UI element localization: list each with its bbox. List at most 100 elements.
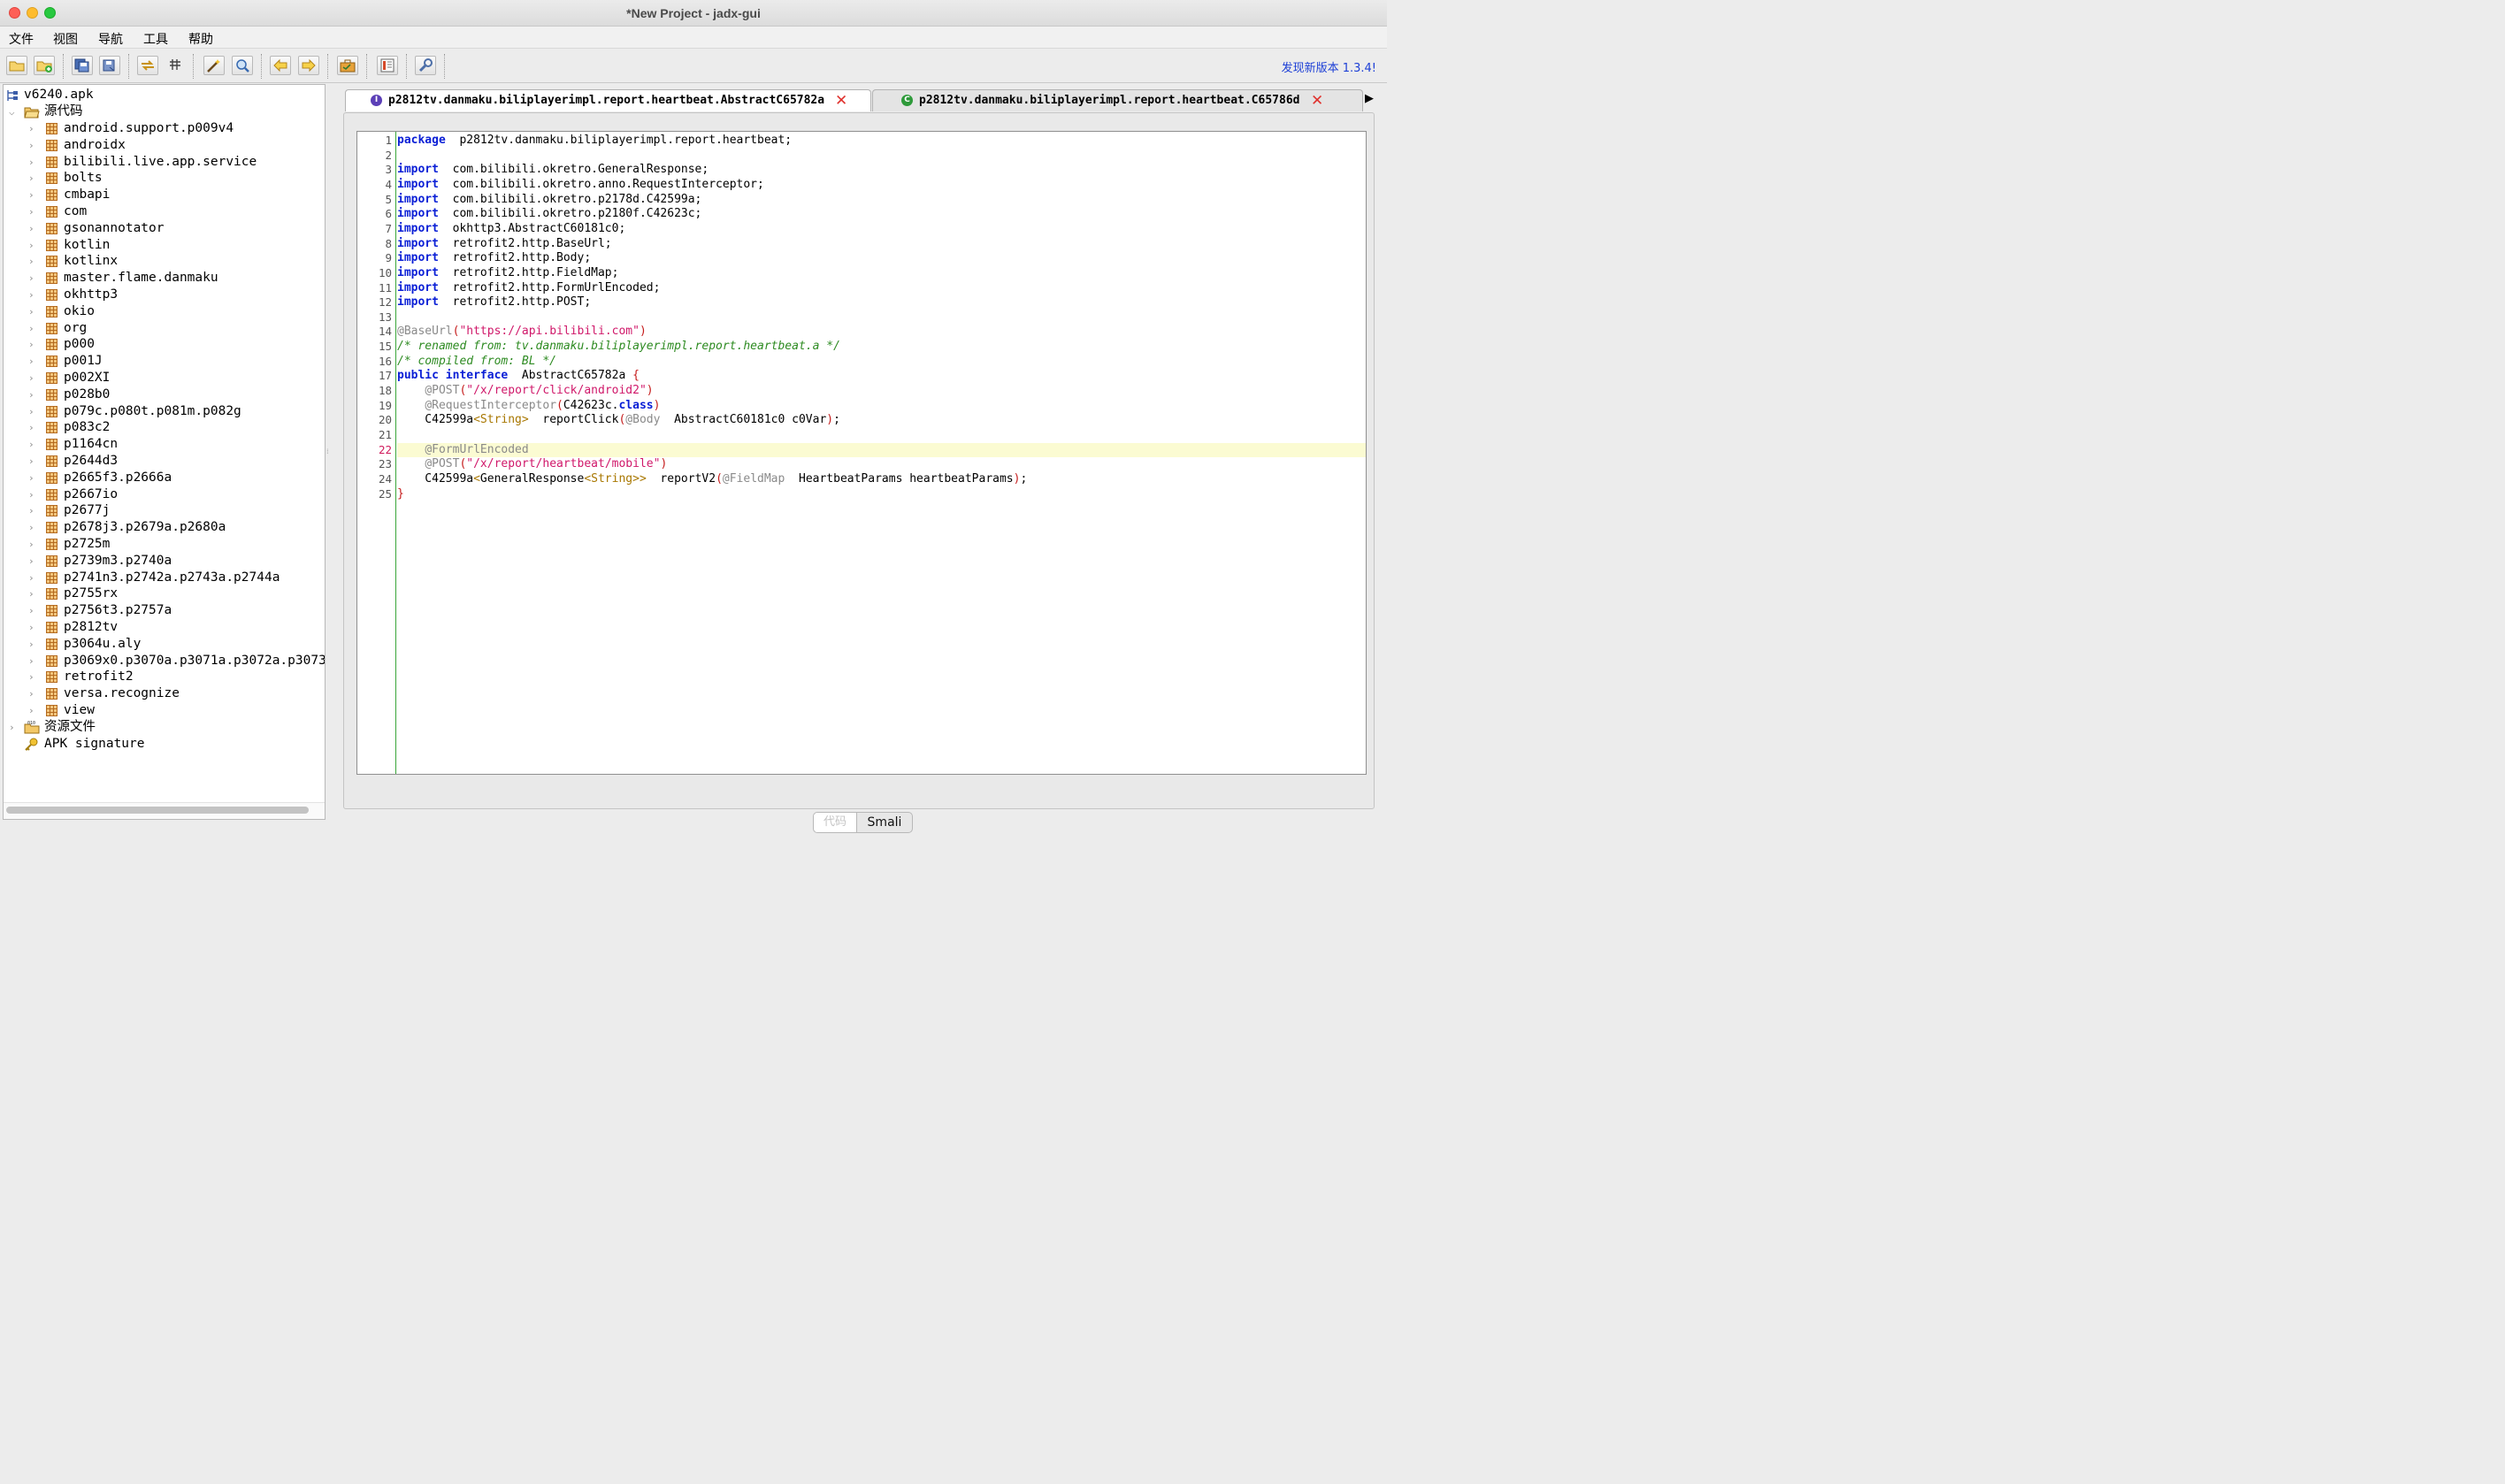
flatten-packages-button[interactable] xyxy=(165,56,187,75)
chevron-right-icon[interactable]: › xyxy=(28,470,37,486)
code-line[interactable]: @RequestInterceptor(C42623c.class) xyxy=(397,399,660,414)
update-available-link[interactable]: 发现新版本 1.3.4! xyxy=(1282,58,1376,75)
chevron-right-icon[interactable]: › xyxy=(28,619,37,636)
chevron-right-icon[interactable]: › xyxy=(28,187,37,203)
code-token: @Body xyxy=(625,413,661,427)
chevron-right-icon[interactable]: › xyxy=(28,137,37,154)
class-icon: C xyxy=(901,95,913,106)
chevron-right-icon[interactable]: › xyxy=(28,453,37,470)
tab-code[interactable]: 代码 xyxy=(813,812,857,833)
chevron-right-icon[interactable]: › xyxy=(28,685,37,702)
chevron-right-icon[interactable]: › xyxy=(28,436,37,453)
chevron-right-icon[interactable]: › xyxy=(28,253,37,270)
code-line[interactable]: import okhttp3.AbstractC60181c0; xyxy=(397,222,625,237)
chevron-right-icon[interactable]: › xyxy=(28,203,37,220)
package-icon xyxy=(46,539,57,550)
code-line[interactable]: import retrofit2.http.POST; xyxy=(397,295,591,310)
tree-package-label: p2678j3.p2679a.p2680a xyxy=(64,520,226,535)
chevron-right-icon[interactable]: › xyxy=(28,353,37,370)
log-viewer-button[interactable] xyxy=(377,56,398,75)
tree-scroll-thumb[interactable] xyxy=(6,807,309,814)
chevron-right-icon[interactable]: › xyxy=(28,636,37,653)
chevron-right-icon[interactable]: › xyxy=(28,553,37,570)
save-all-button[interactable] xyxy=(72,56,93,75)
code-line[interactable]: import com.bilibili.okretro.p2180f.C4262… xyxy=(397,207,701,222)
chevron-right-icon[interactable]: › xyxy=(28,120,37,137)
menu-file[interactable]: 文件 xyxy=(9,30,34,48)
code-line[interactable]: C42599a<String> reportClick(@Body Abstra… xyxy=(397,413,840,428)
chevron-right-icon[interactable]: › xyxy=(28,336,37,353)
code-line[interactable]: @POST("/x/report/click/android2") xyxy=(397,384,653,399)
chevron-right-icon[interactable]: › xyxy=(28,220,37,237)
chevron-right-icon[interactable]: › xyxy=(28,170,37,187)
code-line[interactable]: /* renamed from: tv.danmaku.biliplayerim… xyxy=(397,340,840,355)
text-search-button[interactable] xyxy=(203,56,225,75)
add-file-button[interactable] xyxy=(34,56,55,75)
package-icon xyxy=(46,123,57,134)
tab-c65786d[interactable]: C p2812tv.danmaku.biliplayerimpl.report.… xyxy=(872,89,1363,111)
chevron-right-icon[interactable]: › xyxy=(28,270,37,287)
chevron-right-icon[interactable]: › xyxy=(28,287,37,303)
tree-signature-label: APK signature xyxy=(44,737,145,751)
code-line[interactable]: @BaseUrl("https://api.bilibili.com") xyxy=(397,325,647,340)
chevron-right-icon[interactable]: › xyxy=(28,519,37,536)
export-button[interactable] xyxy=(99,56,120,75)
code-line[interactable]: /* compiled from: BL */ xyxy=(397,355,556,370)
code-line[interactable]: @FormUrlEncoded xyxy=(397,443,528,458)
chevron-right-icon[interactable]: › xyxy=(28,403,37,420)
chevron-down-icon[interactable]: ⌵ xyxy=(9,103,18,120)
chevron-right-icon[interactable]: › xyxy=(28,419,37,436)
close-tab-icon[interactable]: ✕ xyxy=(1311,90,1323,111)
tab-scroll-right-icon[interactable]: ▶ xyxy=(1361,89,1377,109)
chevron-right-icon[interactable]: › xyxy=(28,702,37,719)
back-button[interactable] xyxy=(270,56,291,75)
chevron-right-icon[interactable]: › xyxy=(28,653,37,669)
close-tab-icon[interactable]: ✕ xyxy=(835,90,847,111)
line-number: 9 xyxy=(385,251,392,265)
package-icon xyxy=(46,555,57,567)
preferences-button[interactable] xyxy=(415,56,436,75)
decompile-all-button[interactable] xyxy=(337,56,358,75)
open-file-button[interactable] xyxy=(6,56,27,75)
chevron-right-icon[interactable]: › xyxy=(28,502,37,519)
code-line[interactable]: import retrofit2.http.BaseUrl; xyxy=(397,237,612,252)
code-line[interactable]: C42599a<GeneralResponse<String>> reportV… xyxy=(397,472,1027,487)
tab-abstractc65782a[interactable]: I p2812tv.danmaku.biliplayerimpl.report.… xyxy=(345,89,871,111)
code-line[interactable]: } xyxy=(397,487,404,502)
chevron-right-icon[interactable]: › xyxy=(9,719,18,736)
package-icon xyxy=(46,505,57,517)
chevron-right-icon[interactable]: › xyxy=(28,669,37,685)
chevron-right-icon[interactable]: › xyxy=(28,154,37,171)
project-tree[interactable]: v6240.apk ⌵ 源代码 › android.support.p009v4 ›… xyxy=(3,84,326,820)
menu-view[interactable]: 视图 xyxy=(53,30,78,48)
chevron-right-icon[interactable]: › xyxy=(28,486,37,503)
sync-tree-button[interactable] xyxy=(137,56,158,75)
menu-navigation[interactable]: 导航 xyxy=(98,30,123,48)
chevron-right-icon[interactable]: › xyxy=(28,536,37,553)
tree-horizontal-scrollbar[interactable] xyxy=(4,802,325,819)
forward-button[interactable] xyxy=(298,56,319,75)
menu-tools[interactable]: 工具 xyxy=(143,30,168,48)
chevron-right-icon[interactable]: › xyxy=(28,370,37,386)
code-line[interactable]: import com.bilibili.okretro.p2178d.C4259… xyxy=(397,193,701,208)
menu-help[interactable]: 帮助 xyxy=(188,30,213,48)
code-line[interactable]: public interface AbstractC65782a { xyxy=(397,369,640,384)
code-line[interactable]: import retrofit2.http.FormUrlEncoded; xyxy=(397,281,660,296)
code-line[interactable]: @POST("/x/report/heartbeat/mobile") xyxy=(397,457,667,472)
code-line[interactable]: package p2812tv.danmaku.biliplayerimpl.r… xyxy=(397,134,792,149)
chevron-right-icon[interactable]: › xyxy=(28,602,37,619)
code-line[interactable]: import retrofit2.http.Body; xyxy=(397,251,591,266)
chevron-right-icon[interactable]: › xyxy=(28,570,37,586)
chevron-right-icon[interactable]: › xyxy=(28,386,37,403)
code-line[interactable]: import com.bilibili.okretro.anno.Request… xyxy=(397,178,764,193)
code-line[interactable]: import com.bilibili.okretro.GeneralRespo… xyxy=(397,163,709,178)
code-line[interactable]: import retrofit2.http.FieldMap; xyxy=(397,266,618,281)
class-search-button[interactable] xyxy=(232,56,253,75)
code-editor[interactable]: 1 2 3 4 5 6 7 8 9 10 11 12 13 14 15 16 17 18 19 20 21 22 23 24 2… xyxy=(356,131,1367,775)
chevron-right-icon[interactable]: › xyxy=(28,303,37,320)
chevron-right-icon[interactable]: › xyxy=(28,585,37,602)
chevron-right-icon[interactable]: › xyxy=(28,237,37,254)
chevron-right-icon[interactable]: › xyxy=(28,320,37,337)
tab-smali[interactable]: Smali xyxy=(856,812,913,833)
split-pane-divider[interactable]: ⁞ xyxy=(326,447,332,455)
